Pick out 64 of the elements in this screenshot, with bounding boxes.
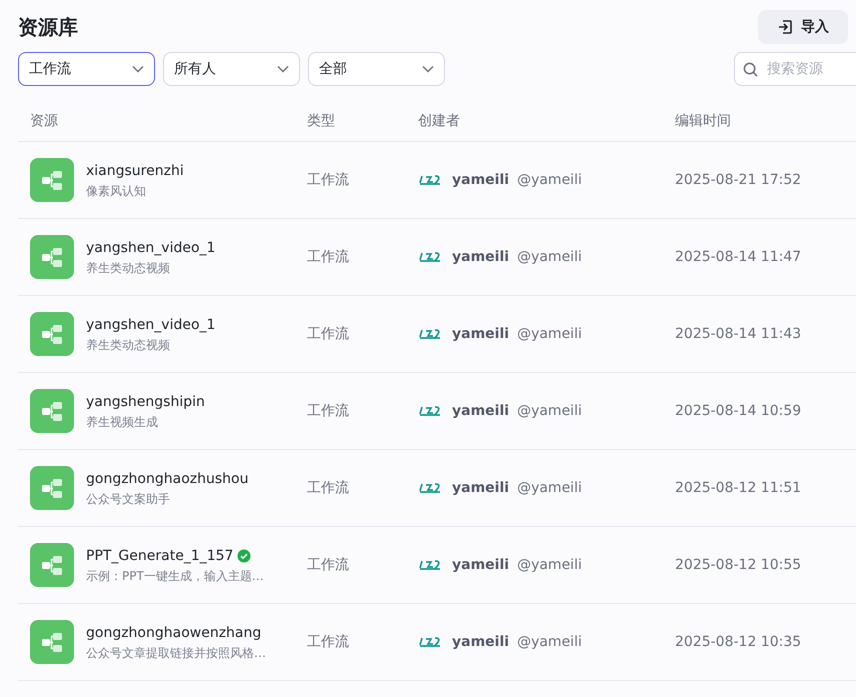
creator-handle: @yameili bbox=[517, 632, 582, 652]
edited-time: 2025-08-14 10:59 bbox=[675, 402, 802, 420]
search-icon bbox=[743, 62, 758, 77]
type-cell-text: 工作流 bbox=[307, 170, 350, 190]
type-cell-text: 工作流 bbox=[307, 556, 350, 574]
creator-handle: @yameili bbox=[517, 248, 582, 266]
chevron-down-icon bbox=[422, 65, 434, 73]
filter-dropdown[interactable]: 全部 bbox=[308, 52, 445, 86]
type-cell-text: 工作流 bbox=[307, 632, 350, 652]
resource-description: 示例：PPT一键生成，输入主题… bbox=[86, 568, 264, 584]
resource-description: 养生类动态视频 bbox=[86, 260, 171, 276]
type-cell-text: 工作流 bbox=[307, 478, 350, 498]
creator-name: yameili bbox=[452, 478, 510, 498]
edited-time: 2025-08-21 17:52 bbox=[675, 170, 802, 190]
resource-name[interactable]: yangshengshipin bbox=[86, 392, 205, 412]
resource-description: 公众号文案助手 bbox=[86, 490, 171, 508]
type-cell-text: 工作流 bbox=[307, 324, 350, 344]
resource-description: 养生类动态视频 bbox=[86, 336, 171, 354]
column-header: 编辑时间 bbox=[675, 112, 731, 131]
edited-time: 2025-08-12 11:51 bbox=[675, 478, 802, 498]
chevron-down-icon bbox=[132, 65, 144, 73]
resource-description: 养生视频生成 bbox=[86, 414, 159, 430]
creator-handle: @yameili bbox=[517, 324, 582, 344]
edited-time: 2025-08-14 11:43 bbox=[675, 324, 802, 344]
creator-handle: @yameili bbox=[517, 170, 582, 190]
chevron-down-icon bbox=[277, 65, 289, 73]
creator-name: yameili bbox=[452, 324, 510, 344]
search-field[interactable]: 搜索资源 bbox=[734, 52, 856, 86]
filter-dropdown[interactable]: 所有人 bbox=[163, 52, 300, 86]
resource-description: 像素风认知 bbox=[86, 182, 147, 200]
column-header: 资源 bbox=[29, 112, 59, 131]
resource-name[interactable]: PPT_Generate_1_157 bbox=[86, 546, 234, 566]
resource-name[interactable]: gongzhonghaowenzhang bbox=[86, 622, 262, 644]
creator-name: yameili bbox=[452, 402, 510, 420]
creator-name: yameili bbox=[452, 248, 510, 266]
page-title: 资源库 bbox=[18, 15, 78, 39]
resource-description: 公众号文章提取链接并按照风格… bbox=[86, 644, 266, 662]
workflow-icon bbox=[30, 235, 74, 279]
resource-name[interactable]: yangshen_video_1 bbox=[86, 238, 216, 258]
workflow-icon bbox=[30, 158, 74, 202]
workflow-icon bbox=[30, 312, 74, 356]
type-cell-text: 工作流 bbox=[307, 402, 350, 420]
workflow-icon bbox=[30, 389, 74, 433]
creator-handle: @yameili bbox=[517, 478, 582, 498]
creator-name: yameili bbox=[452, 170, 510, 190]
import-button[interactable]: 导入 bbox=[758, 10, 848, 44]
resource-name[interactable]: yangshen_video_1 bbox=[86, 314, 216, 336]
import-icon bbox=[777, 19, 793, 35]
creator-handle: @yameili bbox=[517, 402, 582, 420]
workflow-icon bbox=[30, 466, 74, 510]
type-cell-text: 工作流 bbox=[307, 248, 350, 266]
column-header: 创建者 bbox=[418, 112, 461, 131]
creator-name: yameili bbox=[452, 556, 510, 574]
filter-dropdown[interactable]: 工作流 bbox=[18, 52, 155, 86]
workflow-icon bbox=[30, 543, 74, 587]
creator-name: yameili bbox=[452, 632, 510, 652]
resource-name[interactable]: gongzhonghaozhushou bbox=[86, 468, 248, 490]
resource-name[interactable]: xiangsurenzhi bbox=[86, 160, 184, 182]
column-header: 类型 bbox=[307, 112, 336, 131]
workflow-icon bbox=[30, 620, 74, 664]
edited-time: 2025-08-12 10:35 bbox=[675, 632, 802, 652]
creator-handle: @yameili bbox=[517, 556, 582, 574]
edited-time: 2025-08-12 10:55 bbox=[675, 556, 802, 574]
edited-time: 2025-08-14 11:47 bbox=[675, 248, 802, 266]
